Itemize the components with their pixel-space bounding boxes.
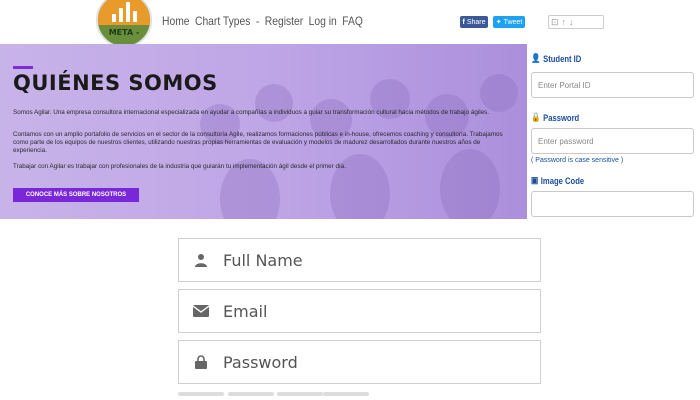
password-input[interactable]: Enter password <box>531 128 694 154</box>
lock-icon <box>179 341 223 383</box>
twitter-icon: ✦ <box>495 19 502 26</box>
image-icon: ▣ <box>531 175 539 185</box>
user-icon: 👤 <box>531 53 541 63</box>
banner-paragraph: Trabajar con Agilar es trabajar con prof… <box>13 163 346 170</box>
facebook-icon: f <box>462 18 465 26</box>
chart-icon <box>112 2 140 22</box>
user-icon <box>179 239 223 281</box>
twitter-tweet-label: Tweet <box>503 18 523 26</box>
upvote-icon[interactable]: ↑ <box>562 17 567 27</box>
logo-text: META - <box>108 28 140 37</box>
password-strength-bar <box>277 392 323 396</box>
login-panel: 👤 Student ID Enter Portal ID 🔒 Password … <box>527 44 700 219</box>
image-code-input[interactable] <box>531 191 694 217</box>
password-field[interactable]: Password <box>178 340 541 384</box>
downvote-icon[interactable]: ↓ <box>569 17 574 27</box>
nav-chart-types[interactable]: Chart Types <box>195 14 250 28</box>
password-strength-bar <box>323 392 369 396</box>
site-logo[interactable]: META - <box>96 0 152 48</box>
password-strength-bar <box>178 392 224 396</box>
title-accent-bar <box>13 66 33 69</box>
nav-faq[interactable]: FAQ <box>342 14 363 28</box>
facebook-share-label: Share <box>466 18 486 26</box>
nav-login[interactable]: Log in <box>309 14 337 28</box>
email-field[interactable]: Email <box>178 289 541 333</box>
full-name-field[interactable]: Full Name <box>178 238 541 282</box>
password-label: 🔒 Password <box>531 112 580 123</box>
student-id-input[interactable]: Enter Portal ID <box>531 72 694 98</box>
password-strength-bar <box>228 392 274 396</box>
banner-paragraph: Somos Agilar. Una empresa consultora int… <box>13 109 490 116</box>
full-name-placeholder: Full Name <box>223 250 303 270</box>
twitter-tweet-button[interactable]: ✦ Tweet <box>493 16 525 28</box>
banner-paragraph: Contamos con un amplio portafolio de ser… <box>13 131 503 154</box>
share-widget[interactable]: ⊡ ↑ ↓ <box>548 15 604 29</box>
student-id-label: 👤 Student ID <box>531 53 582 64</box>
share-icon: ⊡ <box>551 16 559 27</box>
lock-icon: 🔒 <box>531 112 541 122</box>
facebook-share-button[interactable]: f Share <box>460 16 488 28</box>
email-placeholder: Email <box>223 301 268 321</box>
about-banner: QUIÉNES SOMOS Somos Agilar. Una empresa … <box>0 44 527 219</box>
image-code-label: ▣ Image Code <box>531 175 585 186</box>
password-hint: ( Password is case sensitive ) <box>531 157 624 164</box>
banner-title: QUIÉNES SOMOS <box>13 71 218 95</box>
password-placeholder: Password <box>223 352 298 372</box>
nav-register[interactable]: Register <box>265 14 303 28</box>
nav-separator: - <box>255 14 260 28</box>
nav-home[interactable]: Home <box>162 14 190 28</box>
top-nav: Home Chart Types - Register Log in FAQ <box>162 14 365 28</box>
learn-more-button[interactable]: CONOCE MÁS SOBRE NOSOTROS <box>13 188 139 202</box>
envelope-icon <box>179 290 223 332</box>
